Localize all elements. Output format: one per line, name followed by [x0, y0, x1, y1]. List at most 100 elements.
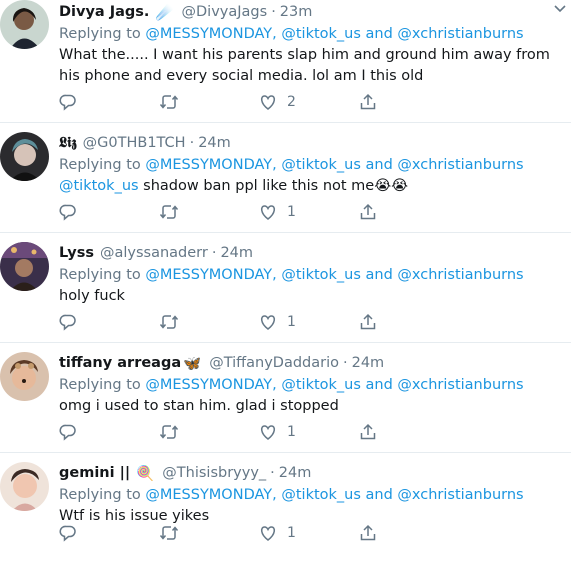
tweet-text: What the..... I want his parents slap hi… — [59, 47, 550, 84]
timestamp[interactable]: 24m — [220, 245, 253, 261]
share-icon — [360, 93, 376, 110]
retweet-icon — [159, 205, 179, 219]
mention-link[interactable]: @tiktok_us — [281, 157, 361, 173]
retweet-button[interactable] — [159, 423, 259, 441]
retweet-button[interactable] — [159, 313, 259, 331]
mention-link[interactable]: @MESSYMONDAY, — [145, 377, 276, 393]
tweet-header: gemini || 🍭 @Thisisbryyy_ · 24m — [59, 463, 561, 483]
retweet-button[interactable] — [159, 203, 259, 221]
mention-link[interactable]: @xchristianburns — [397, 26, 523, 42]
like-count: 1 — [287, 525, 296, 541]
mention-link[interactable]: @tiktok_us — [281, 26, 361, 42]
mention-link[interactable]: @MESSYMONDAY, — [145, 487, 276, 503]
tweet-content: 𝕷𝖎𝖟 @G0THB1TCH · 24m Replying to @MESSYM… — [59, 133, 561, 197]
display-name[interactable]: 𝕷𝖎𝖟 — [59, 135, 77, 151]
tweet[interactable]: gemini || 🍭 @Thisisbryyy_ · 24m Replying… — [0, 453, 571, 553]
tweet-text-body: shadow ban ppl like this not me😭😭 — [143, 178, 409, 194]
heart-icon — [260, 315, 276, 330]
tweet[interactable]: tiffany arreaga 🦋 @TiffanyDaddario · 24m… — [0, 343, 571, 453]
share-icon — [360, 313, 376, 330]
like-count: 2 — [287, 94, 296, 110]
retweet-icon — [159, 95, 179, 109]
mention-link[interactable]: @tiktok_us — [281, 267, 361, 283]
tweet-content: Divya Jags. ☄️ @DivyaJags · 23m Replying… — [59, 2, 561, 87]
share-button[interactable] — [359, 93, 459, 111]
reply-button[interactable] — [59, 93, 159, 111]
tweet-content: tiffany arreaga 🦋 @TiffanyDaddario · 24m… — [59, 353, 561, 417]
replying-to: Replying to @MESSYMONDAY, @tiktok_us and… — [59, 155, 561, 175]
tweet-actions: 1 — [59, 312, 459, 332]
share-button[interactable] — [359, 203, 459, 221]
separator: · — [270, 465, 275, 481]
tweet-header: Lyss @alyssanaderr · 24m — [59, 243, 561, 263]
replying-to: Replying to @MESSYMONDAY, @tiktok_us and… — [59, 485, 561, 505]
replying-to: Replying to @MESSYMONDAY, @tiktok_us and… — [59, 24, 561, 44]
reply-button[interactable] — [59, 524, 159, 542]
tweet-actions: 2 — [59, 92, 459, 112]
display-name[interactable]: tiffany arreaga — [59, 355, 181, 371]
tweet-actions: 1 — [59, 523, 459, 543]
reply-button[interactable] — [59, 423, 159, 441]
tweet[interactable]: Divya Jags. ☄️ @DivyaJags · 23m Replying… — [0, 0, 571, 123]
avatar[interactable] — [0, 132, 49, 181]
mention-link[interactable]: @MESSYMONDAY, — [145, 26, 276, 42]
reply-button[interactable] — [59, 203, 159, 221]
display-name[interactable]: gemini || — [59, 465, 130, 481]
user-handle[interactable]: @DivyaJags — [182, 4, 268, 20]
retweet-button[interactable] — [159, 524, 259, 542]
reply-icon — [59, 314, 76, 331]
replying-and: and — [365, 157, 393, 173]
avatar[interactable] — [0, 352, 49, 401]
name-emoji: 🦋 — [183, 355, 202, 372]
reply-button[interactable] — [59, 313, 159, 331]
timestamp[interactable]: 23m — [280, 4, 313, 20]
like-button[interactable]: 1 — [259, 313, 359, 331]
like-button[interactable]: 1 — [259, 524, 359, 542]
mention-link[interactable]: @xchristianburns — [397, 377, 523, 393]
tweet-content: Lyss @alyssanaderr · 24m Replying to @ME… — [59, 243, 561, 307]
replying-prefix: Replying to — [59, 267, 141, 283]
separator: · — [189, 135, 195, 151]
replying-prefix: Replying to — [59, 26, 141, 42]
mention-link[interactable]: @xchristianburns — [397, 157, 523, 173]
mention-link[interactable]: @tiktok_us — [281, 377, 361, 393]
avatar[interactable] — [0, 0, 49, 49]
chevron-down-icon[interactable] — [553, 0, 567, 14]
tweet-actions: 1 — [59, 422, 459, 442]
heart-icon — [260, 526, 276, 541]
tweet[interactable]: Lyss @alyssanaderr · 24m Replying to @ME… — [0, 233, 571, 343]
replying-prefix: Replying to — [59, 377, 141, 393]
user-handle[interactable]: @TiffanyDaddario — [209, 355, 339, 371]
mention-link[interactable]: @tiktok_us — [59, 178, 139, 194]
mention-link[interactable]: @xchristianburns — [397, 267, 523, 283]
replying-and: and — [365, 377, 393, 393]
tweet-header: Divya Jags. ☄️ @DivyaJags · 23m — [59, 2, 561, 22]
avatar[interactable] — [0, 462, 49, 511]
user-handle[interactable]: @Thisisbryyy_ — [162, 465, 266, 481]
heart-icon — [260, 205, 276, 220]
share-button[interactable] — [359, 313, 459, 331]
timestamp[interactable]: 24m — [352, 355, 385, 371]
replying-and: and — [365, 26, 393, 42]
like-button[interactable]: 2 — [259, 93, 359, 111]
tweet[interactable]: 𝕷𝖎𝖟 @G0THB1TCH · 24m Replying to @MESSYM… — [0, 123, 571, 233]
share-button[interactable] — [359, 423, 459, 441]
avatar[interactable] — [0, 242, 49, 291]
user-handle[interactable]: @G0THB1TCH — [83, 135, 186, 151]
mention-link[interactable]: @xchristianburns — [397, 487, 523, 503]
mention-link[interactable]: @MESSYMONDAY, — [145, 267, 276, 283]
display-name[interactable]: Divya Jags. — [59, 4, 149, 20]
like-button[interactable]: 1 — [259, 203, 359, 221]
timestamp[interactable]: 24m — [198, 135, 231, 151]
mention-link[interactable]: @MESSYMONDAY, — [145, 157, 276, 173]
share-button[interactable] — [359, 524, 459, 542]
like-count: 1 — [287, 424, 296, 440]
replying-and: and — [365, 267, 393, 283]
retweet-button[interactable] — [159, 93, 259, 111]
timestamp[interactable]: 24m — [279, 465, 312, 481]
display-name[interactable]: Lyss — [59, 245, 94, 261]
mention-link[interactable]: @tiktok_us — [281, 487, 361, 503]
user-handle[interactable]: @alyssanaderr — [100, 245, 208, 261]
like-button[interactable]: 1 — [259, 423, 359, 441]
reply-icon — [59, 424, 76, 441]
